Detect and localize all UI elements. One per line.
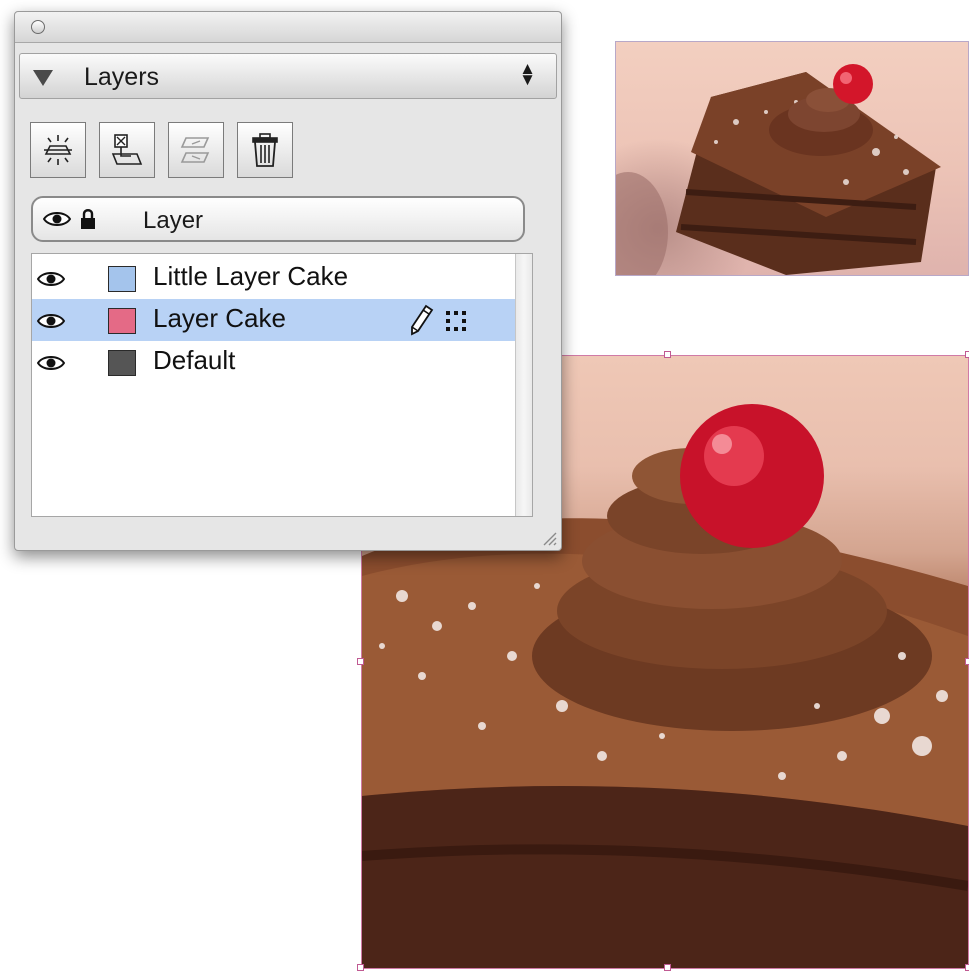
trash-icon — [252, 133, 278, 167]
lock-icon — [81, 209, 95, 229]
selection-handle[interactable] — [357, 964, 364, 971]
duplicate-layer-icon — [180, 137, 210, 163]
eye-icon[interactable] — [37, 312, 65, 330]
new-layer-icon — [44, 135, 72, 165]
selection-handle[interactable] — [965, 964, 969, 971]
layer-name: Little Layer Cake — [153, 261, 349, 291]
eye-icon[interactable] — [37, 354, 65, 372]
layers-palette: Layers ▲ ▼ Layer Little Layer Cake Layer… — [14, 11, 562, 551]
eye-icon[interactable] — [37, 270, 65, 288]
resize-grip-icon[interactable] — [538, 527, 558, 547]
move-to-layer-icon — [111, 134, 143, 165]
selection-marker-icon[interactable] — [445, 310, 467, 332]
layer-color-swatch[interactable] — [108, 308, 136, 334]
layer-column-label: Layer — [143, 207, 204, 234]
layer-list-scrollbar[interactable] — [515, 254, 532, 516]
layer-color-swatch[interactable] — [108, 350, 136, 376]
palette-title: Layers — [84, 63, 160, 91]
layer-color-swatch[interactable] — [108, 266, 136, 292]
cake-photo-small[interactable] — [615, 41, 969, 276]
selection-handle[interactable] — [357, 658, 364, 665]
layer-row-selected[interactable]: Layer Cake — [32, 299, 517, 341]
duplicate-layer-button[interactable] — [168, 122, 224, 178]
palette-menu-icon[interactable]: ▲ ▼ — [519, 60, 536, 88]
layer-name: Layer Cake — [153, 303, 286, 333]
layer-row[interactable]: Default — [32, 341, 517, 383]
palette-titlebar[interactable] — [15, 12, 561, 43]
move-selection-button[interactable] — [99, 122, 155, 178]
delete-layer-button[interactable] — [237, 122, 293, 178]
eye-icon — [43, 212, 71, 226]
selection-handle[interactable] — [965, 658, 969, 665]
close-icon[interactable] — [31, 20, 45, 34]
palette-header[interactable]: Layers ▲ ▼ — [19, 53, 557, 99]
new-layer-button[interactable] — [30, 122, 86, 178]
selection-handle[interactable] — [664, 351, 671, 358]
disclosure-triangle-icon[interactable] — [33, 70, 53, 86]
selection-handle[interactable] — [965, 351, 969, 358]
pencil-icon — [411, 304, 434, 336]
cake-small-illustration — [616, 64, 941, 275]
layer-row[interactable]: Little Layer Cake — [32, 257, 517, 299]
selection-handle[interactable] — [664, 964, 671, 971]
layer-list: Little Layer Cake Layer Cake Default — [31, 253, 533, 517]
layer-column-header[interactable]: Layer — [31, 196, 525, 242]
layer-name: Default — [153, 345, 236, 375]
